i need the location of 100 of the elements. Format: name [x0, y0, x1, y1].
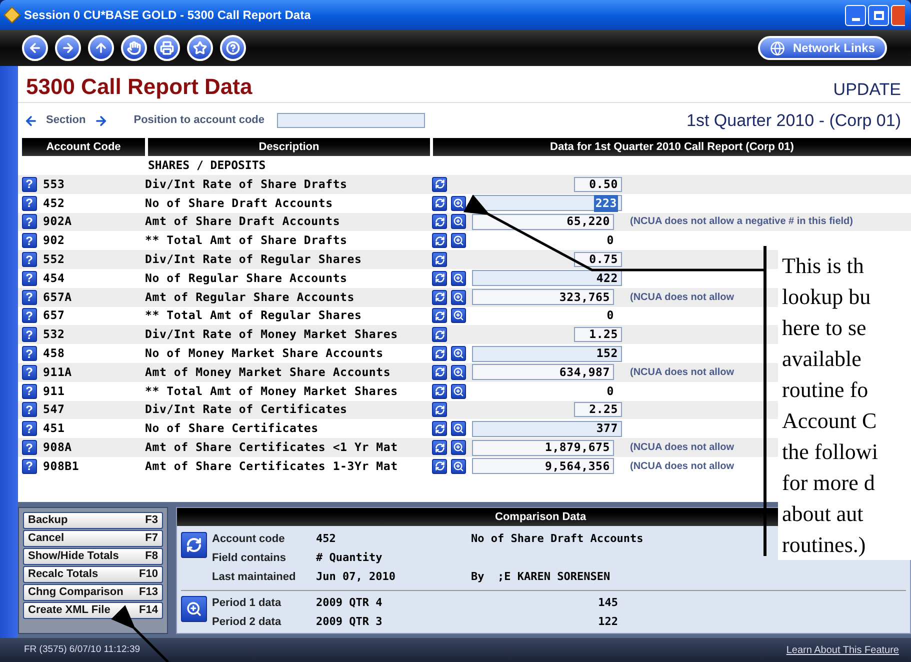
- lookup-button[interactable]: [451, 308, 466, 324]
- refresh-icon[interactable]: [432, 308, 447, 324]
- lookup-button[interactable]: [451, 196, 466, 211]
- field-label: Period 1 data: [212, 596, 282, 612]
- field-value: 377: [596, 420, 618, 438]
- lookup-button[interactable]: [451, 290, 466, 305]
- hand-icon[interactable]: [121, 35, 147, 61]
- rate-input[interactable]: 0.75: [574, 252, 622, 268]
- amount-input[interactable]: 1,879,675: [472, 440, 614, 456]
- refresh-icon[interactable]: [432, 176, 447, 192]
- amount-input[interactable]: 65,220: [472, 214, 614, 230]
- description: Amt of Share Draft Accounts: [144, 213, 342, 230]
- forward-icon[interactable]: [55, 35, 81, 61]
- group-label: SHARES / DEPOSITS: [148, 156, 266, 174]
- refresh-icon[interactable]: [432, 214, 447, 230]
- printer-icon[interactable]: [154, 35, 180, 61]
- lookup-button[interactable]: [451, 364, 466, 380]
- help-button[interactable]: ?: [22, 402, 37, 418]
- help-button[interactable]: ?: [22, 421, 37, 436]
- learn-link[interactable]: Learn About This Feature: [786, 642, 899, 658]
- period-label: 1st Quarter 2010 - (Corp 01): [686, 110, 901, 132]
- position-input[interactable]: [276, 113, 425, 128]
- function-key-button[interactable]: Backup F3: [23, 512, 163, 529]
- description: Amt of Share Certificates 1-3Yr Mat: [144, 458, 399, 475]
- account-code: 552: [42, 250, 66, 268]
- lookup-button[interactable]: [451, 440, 466, 456]
- help-button[interactable]: ?: [22, 440, 37, 456]
- refresh-icon[interactable]: [181, 532, 207, 558]
- refresh-icon[interactable]: [432, 458, 447, 474]
- function-key-button[interactable]: Create XML File F14: [23, 602, 163, 619]
- rate-input[interactable]: 1.25: [574, 327, 622, 342]
- help-icon[interactable]: [220, 35, 246, 61]
- magnifier-icon[interactable]: [181, 596, 207, 622]
- rate-input[interactable]: 2.25: [574, 402, 622, 418]
- next-section-icon[interactable]: [94, 114, 108, 128]
- account-code: 902: [42, 232, 66, 250]
- close-button[interactable]: [891, 4, 905, 26]
- minimize-button[interactable]: [845, 4, 866, 26]
- field-value: 1,879,675: [544, 438, 610, 456]
- refresh-icon[interactable]: [432, 421, 447, 436]
- help-button[interactable]: ?: [22, 252, 37, 268]
- position-label: Position to account code: [134, 113, 265, 128]
- function-key-button[interactable]: Cancel F7: [23, 530, 163, 547]
- count-input[interactable]: 422: [472, 270, 622, 286]
- rate-input[interactable]: 0.50: [574, 176, 622, 192]
- refresh-icon[interactable]: [432, 384, 447, 399]
- lookup-button[interactable]: [451, 346, 466, 362]
- count-input[interactable]: 223: [472, 195, 622, 212]
- field-value: 0: [606, 307, 614, 324]
- account-code: 553: [42, 176, 66, 193]
- lookup-button[interactable]: [451, 421, 466, 436]
- back-icon[interactable]: [22, 35, 48, 61]
- network-links-button[interactable]: Network Links: [758, 36, 887, 60]
- lookup-button[interactable]: [451, 458, 466, 474]
- refresh-icon[interactable]: [432, 402, 447, 418]
- help-button[interactable]: ?: [22, 364, 37, 380]
- refresh-icon[interactable]: [432, 252, 447, 268]
- amount-input[interactable]: 9,564,356: [472, 458, 614, 474]
- up-icon[interactable]: [88, 35, 114, 61]
- lookup-button[interactable]: [451, 233, 466, 248]
- refresh-icon[interactable]: [432, 346, 447, 362]
- account-code: 908B1: [42, 458, 80, 475]
- period-amount: 122: [597, 614, 618, 630]
- help-button[interactable]: ?: [22, 270, 37, 286]
- refresh-icon[interactable]: [432, 327, 447, 342]
- lookup-button[interactable]: [451, 384, 466, 399]
- help-button[interactable]: ?: [22, 308, 37, 324]
- account-code: 451: [42, 420, 66, 438]
- help-button[interactable]: ?: [22, 214, 37, 230]
- help-button[interactable]: ?: [22, 176, 37, 192]
- function-key-button[interactable]: Chng Comparison F13: [23, 584, 163, 601]
- help-button[interactable]: ?: [22, 346, 37, 362]
- refresh-icon[interactable]: [432, 364, 447, 380]
- refresh-icon[interactable]: [432, 270, 447, 286]
- field-value: 634,987: [559, 364, 610, 381]
- field-note: (NCUA does not allow a negative # in this field): [630, 215, 853, 230]
- lookup-button[interactable]: [451, 270, 466, 286]
- function-key-button[interactable]: Show/Hide Totals F8: [23, 548, 163, 565]
- help-button[interactable]: ?: [22, 327, 37, 342]
- count-input[interactable]: 152: [472, 346, 622, 362]
- field-value: 422: [596, 270, 618, 287]
- help-button[interactable]: ?: [22, 458, 37, 474]
- function-key-button[interactable]: Recalc Totals F10: [23, 566, 163, 583]
- help-button[interactable]: ?: [22, 233, 37, 248]
- amount-input[interactable]: 323,765: [472, 289, 614, 306]
- lookup-button[interactable]: [451, 214, 466, 230]
- help-button[interactable]: ?: [22, 290, 37, 305]
- account-code: 547: [42, 401, 66, 418]
- count-input[interactable]: 377: [472, 420, 622, 437]
- amount-input[interactable]: 634,987: [472, 364, 614, 380]
- refresh-icon[interactable]: [432, 196, 447, 211]
- help-button[interactable]: ?: [22, 384, 37, 399]
- refresh-icon[interactable]: [432, 440, 447, 456]
- refresh-icon[interactable]: [432, 290, 447, 305]
- description: No of Money Market Share Accounts: [144, 344, 384, 362]
- maximize-button[interactable]: [868, 4, 889, 26]
- help-button[interactable]: ?: [22, 196, 37, 211]
- description: Div/Int Rate of Share Drafts: [144, 176, 348, 193]
- refresh-icon[interactable]: [432, 233, 447, 248]
- previous-section-icon[interactable]: [24, 114, 38, 128]
